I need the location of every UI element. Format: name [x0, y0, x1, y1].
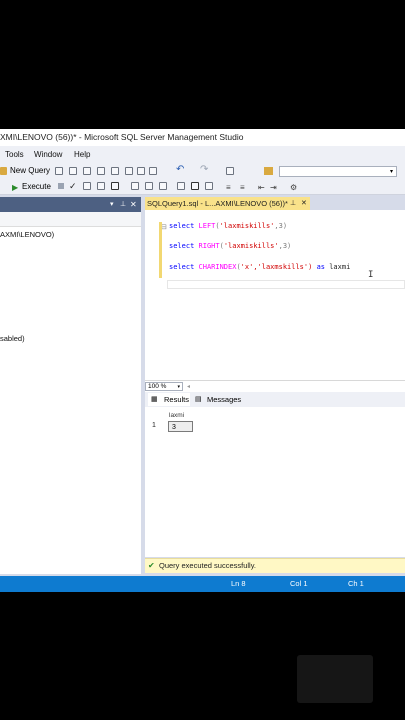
undo-icon[interactable]: ↶: [176, 165, 184, 175]
query-status-message: Query executed successfully.: [159, 561, 256, 570]
tree-item-agent[interactable]: sabled): [0, 334, 25, 343]
new-query-icon: [0, 167, 7, 175]
new-query-button[interactable]: New Query: [10, 163, 50, 179]
row-number: 1: [152, 422, 156, 429]
object-explorer-toolbar: [0, 212, 141, 227]
code-line-2: select RIGHT('laxmiskills',3): [169, 242, 291, 250]
standard-toolbar: New Query ↶ ↷ ▾: [0, 163, 405, 179]
success-check-icon: ✔: [148, 561, 155, 570]
parse-check-icon[interactable]: ✓: [69, 179, 77, 194]
tree-item-server[interactable]: AXMI\LENOVO): [0, 230, 54, 239]
copy-icon[interactable]: [137, 167, 145, 175]
activity-monitor-icon[interactable]: [226, 167, 234, 175]
window-title: XMI\LENOVO (56))* - Microsoft SQL Server…: [0, 132, 244, 142]
query-status-bar: ✔ Query executed successfully.: [145, 558, 405, 573]
text-cursor-icon: I: [368, 270, 374, 280]
tab-results[interactable]: ▦ Results: [148, 393, 190, 406]
column-header[interactable]: laxmi: [169, 411, 193, 420]
args-rest: ,'laxmskills'): [253, 263, 313, 271]
search-combo[interactable]: ▾: [279, 166, 397, 177]
dmx-query-icon[interactable]: [97, 167, 105, 175]
char-indicator: Ch 1: [348, 579, 364, 588]
column-indicator: Col 1: [290, 579, 308, 588]
cut-icon[interactable]: [125, 167, 133, 175]
menu-help[interactable]: Help: [74, 146, 90, 163]
menu-bar: Tools Window Help: [0, 146, 405, 163]
alias: laxmi: [329, 263, 351, 271]
tab-messages[interactable]: ▤ Messages: [192, 393, 242, 406]
cancel-query-icon[interactable]: [58, 183, 64, 189]
specify-values-icon[interactable]: ⚙: [290, 180, 297, 195]
database-engine-query-icon[interactable]: [55, 167, 63, 175]
redo-icon[interactable]: ↷: [200, 165, 208, 175]
execute-icon: ▶: [12, 183, 19, 192]
query-options-icon[interactable]: [97, 182, 105, 190]
code-line-1: select LEFT('laxmiskills',3): [169, 222, 287, 230]
results-grid: laxmi 1 3: [145, 407, 405, 557]
function-name: CHARINDEX: [198, 263, 237, 271]
close-icon[interactable]: ✕: [130, 197, 137, 212]
xmla-query-icon[interactable]: [111, 167, 119, 175]
watermark-logo: [297, 655, 373, 703]
results-to-file-icon[interactable]: [205, 182, 213, 190]
panel-menu-chevron-icon[interactable]: ▾: [110, 197, 114, 212]
string-literal: 'laxmiskills': [219, 222, 275, 230]
keyword: select: [169, 263, 195, 271]
tab-sqlquery1[interactable]: SQLQuery1.sql - L...AXMI\LENOVO (56))* ⊥…: [145, 197, 310, 210]
editor-tab-row: SQLQuery1.sql - L...AXMI\LENOVO (56))* ⊥…: [145, 197, 405, 210]
live-stats-icon[interactable]: [145, 182, 153, 190]
results-to-text-icon[interactable]: [177, 182, 185, 190]
mdx-query-icon[interactable]: [83, 167, 91, 175]
string-literal: 'laxmiskills': [223, 242, 279, 250]
solution-explorer-icon[interactable]: [264, 167, 273, 175]
client-stats-icon[interactable]: [159, 182, 167, 190]
zoom-combo[interactable]: 100 % ▾: [145, 382, 183, 391]
function-name: LEFT: [198, 222, 216, 230]
ssms-window: XMI\LENOVO (56))* - Microsoft SQL Server…: [0, 129, 405, 592]
keyword: select: [169, 222, 195, 230]
comment-icon[interactable]: ≡: [226, 180, 231, 195]
current-line-highlight: [167, 280, 405, 289]
query-editor[interactable]: ⊟ select LEFT('laxmiskills',3) select RI…: [145, 210, 405, 380]
pin-icon[interactable]: ⊥: [120, 197, 126, 212]
change-margin: [159, 222, 162, 278]
args-rest: ,3): [278, 242, 292, 250]
args-rest: ,3): [274, 222, 288, 230]
analysis-query-icon[interactable]: [69, 167, 77, 175]
tab-label: SQLQuery1.sql - L...AXMI\LENOVO (56))*: [147, 199, 288, 208]
close-tab-icon[interactable]: ✕: [301, 197, 307, 210]
as-keyword: as: [316, 263, 325, 271]
keyword: select: [169, 242, 195, 250]
tab-messages-label: Messages: [207, 395, 242, 404]
include-plan-icon[interactable]: [131, 182, 139, 190]
paste-icon[interactable]: [149, 167, 157, 175]
intellisense-icon[interactable]: [111, 182, 119, 190]
sql-editor-toolbar: ▶ Execute ✓ ≡ ≡ ⇤ ⇥ ⚙: [0, 179, 405, 195]
string-literal: 'x': [240, 263, 254, 271]
increase-indent-icon[interactable]: ⇥: [270, 180, 277, 195]
menu-window[interactable]: Window: [34, 146, 62, 163]
execute-button[interactable]: Execute: [22, 179, 51, 194]
function-name: RIGHT: [198, 242, 220, 250]
results-tabs: ▦ Results ▤ Messages: [145, 392, 405, 407]
object-explorer-header: ▾ ⊥ ✕: [0, 197, 141, 212]
decrease-indent-icon[interactable]: ⇤: [258, 180, 265, 195]
tab-results-label: Results: [164, 395, 190, 404]
estimated-plan-icon[interactable]: [83, 182, 91, 190]
pin-icon[interactable]: ⊥: [290, 197, 296, 210]
object-explorer-panel: ▾ ⊥ ✕ AXMI\LENOVO) sabled): [0, 197, 141, 574]
messages-icon: ▤: [195, 396, 202, 403]
uncomment-icon[interactable]: ≡: [240, 180, 245, 195]
line-indicator: Ln 8: [231, 579, 246, 588]
results-to-grid-icon[interactable]: [191, 182, 199, 190]
code-line-3: select CHARINDEX('x','laxmskills') as la…: [169, 263, 350, 271]
title-bar: XMI\LENOVO (56))* - Microsoft SQL Server…: [0, 129, 405, 146]
menu-tools[interactable]: Tools: [5, 146, 24, 163]
chevron-down-icon: ▾: [389, 169, 393, 175]
result-cell[interactable]: 3: [168, 421, 193, 432]
grid-icon: ▦: [151, 396, 158, 403]
status-bar: Ln 8 Col 1 Ch 1: [0, 576, 405, 592]
